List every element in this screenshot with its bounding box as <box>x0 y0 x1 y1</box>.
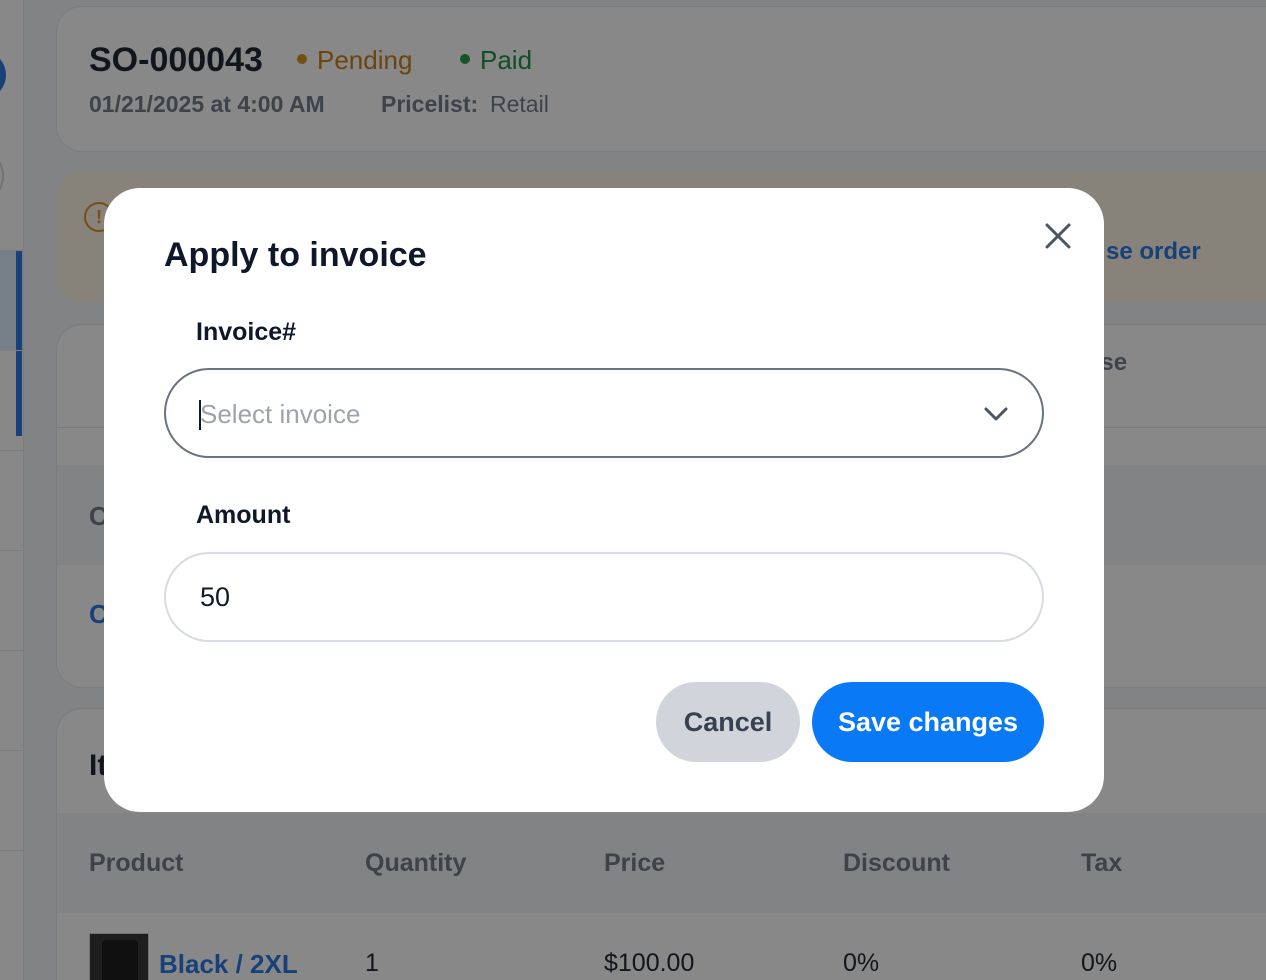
close-icon <box>1045 223 1071 249</box>
invoice-label: Invoice# <box>196 318 297 346</box>
dialog-title: Apply to invoice <box>164 236 427 274</box>
apply-to-invoice-dialog: Apply to invoice Invoice# Select invoice… <box>104 188 1104 812</box>
amount-input[interactable]: 50 <box>164 552 1044 642</box>
invoice-select[interactable]: Select invoice <box>164 368 1044 458</box>
invoice-select-placeholder: Select invoice <box>200 399 361 429</box>
amount-input-value: 50 <box>200 582 231 612</box>
cancel-button[interactable]: Cancel <box>656 682 800 762</box>
sales-order-page: SO-000043 Pending Paid 01/21/2025 at 4:0… <box>0 0 1266 980</box>
save-changes-button[interactable]: Save changes <box>812 682 1044 762</box>
amount-label: Amount <box>196 501 291 529</box>
chevron-down-icon[interactable] <box>982 402 1010 426</box>
close-button[interactable] <box>1038 216 1078 256</box>
